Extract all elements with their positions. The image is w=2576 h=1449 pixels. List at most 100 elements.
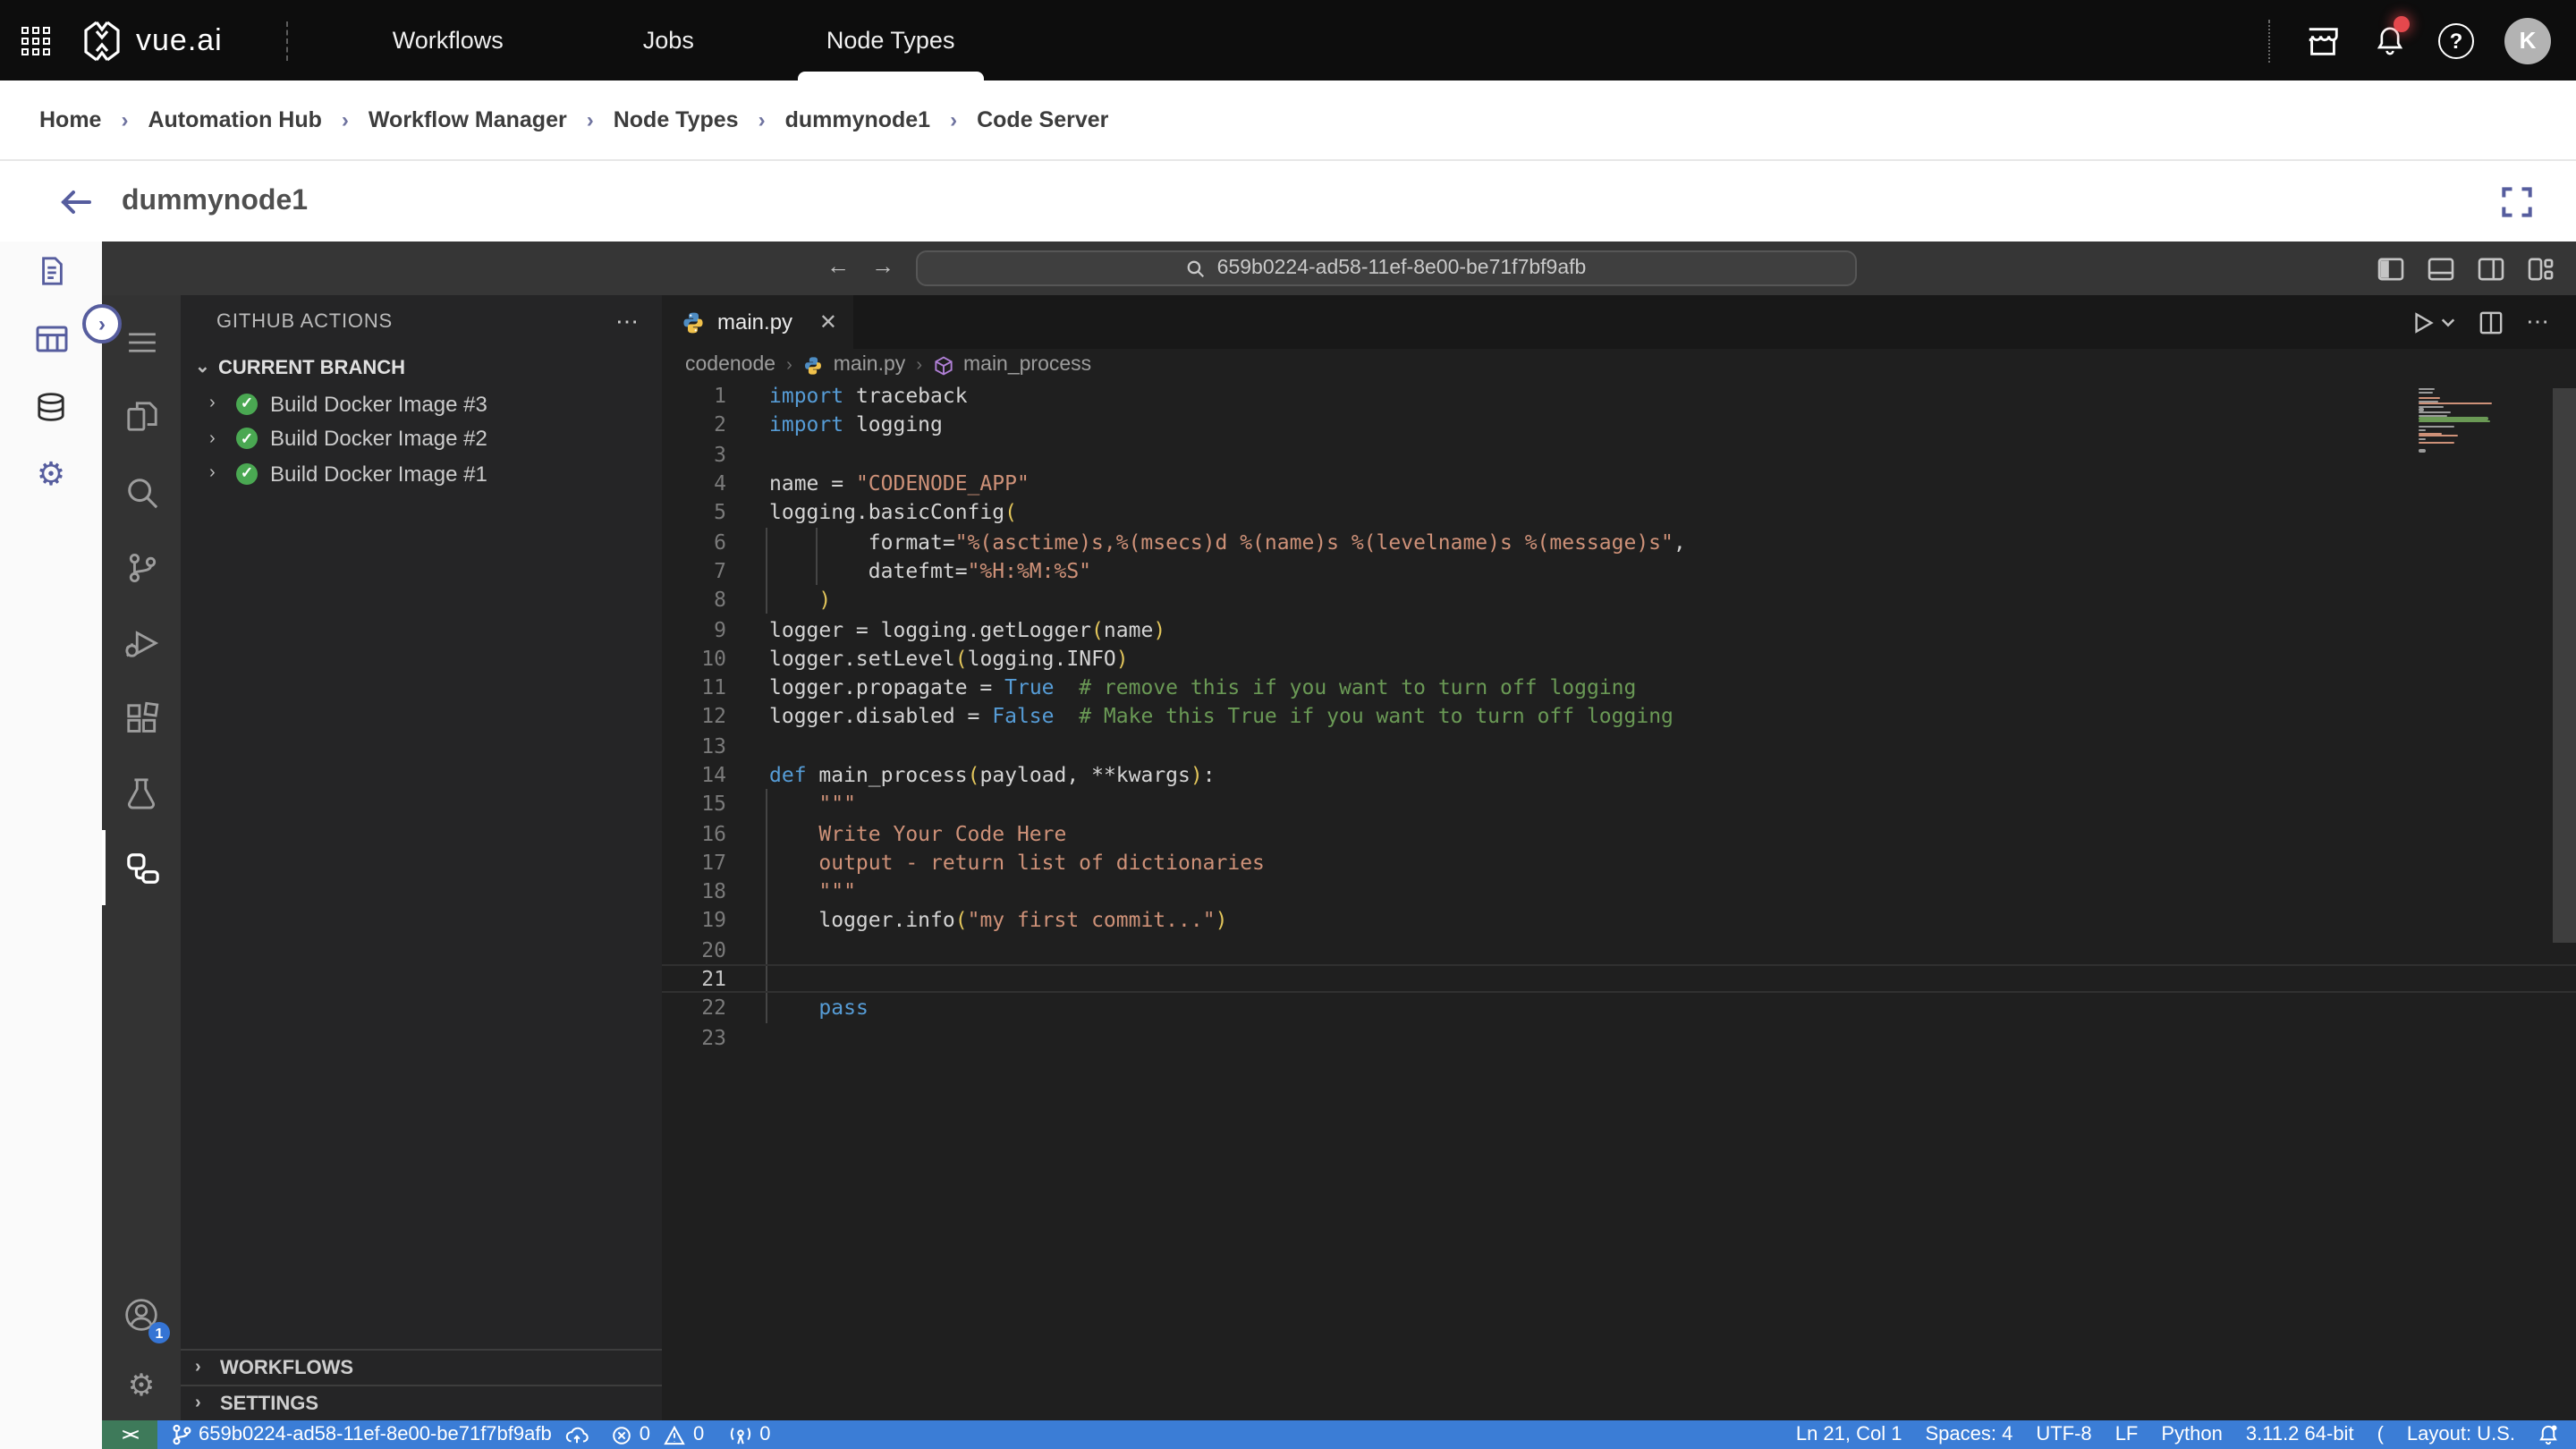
history-back-icon[interactable]: ←: [826, 252, 850, 279]
nav-right-cluster: ? K: [2268, 15, 2551, 64]
toggle-secondary-sidebar-icon[interactable]: [2478, 257, 2504, 280]
branch-status-item[interactable]: 659b0224-ad58-11ef-8e00-be71f7bf9afb: [172, 1424, 589, 1445]
section-current-branch[interactable]: ⌄ CURRENT BRANCH: [181, 349, 662, 386]
fullscreen-icon[interactable]: [2497, 182, 2537, 221]
line-number: 18: [701, 878, 726, 904]
code-line[interactable]: 9 logger = logging.getLogger(name): [662, 614, 2576, 644]
code-line[interactable]: 22 pass: [662, 993, 2576, 1022]
workflow-run-row[interactable]: › ✓ Build Docker Image #1: [181, 456, 662, 491]
marketplace-icon[interactable]: [2304, 22, 2342, 58]
code-line[interactable]: 3: [662, 439, 2576, 469]
code-line[interactable]: 5 logging.basicConfig(: [662, 497, 2576, 527]
nav-tab-node-types[interactable]: Node Types: [784, 0, 998, 80]
encoding-item[interactable]: UTF-8: [2036, 1424, 2091, 1445]
split-editor-icon[interactable]: [2479, 310, 2503, 334]
toggle-panel-icon[interactable]: [2428, 257, 2454, 280]
tab-main-py[interactable]: main.py ✕: [662, 295, 853, 349]
breadcrumb-code-server[interactable]: Code Server: [977, 107, 1108, 132]
nav-tab-jobs[interactable]: Jobs: [600, 0, 737, 80]
code-line[interactable]: 20: [662, 935, 2576, 964]
breadcrumb-automation-hub[interactable]: Automation Hub: [148, 107, 321, 132]
sidebar-expand-toggle[interactable]: ›: [82, 304, 122, 343]
code-line[interactable]: 23: [662, 1022, 2576, 1052]
app-grid-icon[interactable]: [21, 26, 50, 55]
code-line[interactable]: 13: [662, 731, 2576, 760]
code-line[interactable]: 6 format="%(asctime)s,%(msecs)d %(name)s…: [662, 527, 2576, 556]
code-line[interactable]: 16 Write Your Code Here: [662, 818, 2576, 848]
code-line[interactable]: 15 """: [662, 789, 2576, 818]
symbol-module-icon: [934, 355, 952, 375]
problems-status-item[interactable]: 0 0: [613, 1424, 704, 1445]
python-interpreter-item[interactable]: 3.11.2 64-bit: [2246, 1424, 2354, 1445]
code-line[interactable]: 8 ): [662, 585, 2576, 614]
code-line[interactable]: 17 output - return list of dictionaries: [662, 848, 2576, 877]
section-settings[interactable]: › SETTINGS: [181, 1385, 662, 1420]
code-line[interactable]: 21: [662, 963, 2576, 994]
toggle-sidebar-icon[interactable]: [2377, 257, 2404, 280]
code-line[interactable]: 1 import traceback: [662, 381, 2576, 411]
run-python-file-button[interactable]: [2411, 310, 2456, 334]
breadcrumb-node-types[interactable]: Node Types: [614, 107, 739, 132]
explorer-icon[interactable]: [102, 379, 181, 454]
line-number: 4: [714, 470, 726, 496]
document-icon[interactable]: [37, 256, 65, 286]
indentation-item[interactable]: Spaces: 4: [1926, 1424, 2013, 1445]
testing-beaker-icon[interactable]: [102, 755, 181, 830]
tab-close-icon[interactable]: ✕: [819, 309, 837, 335]
accounts-icon[interactable]: 1: [102, 1277, 181, 1352]
code-line[interactable]: 10 logger.setLevel(logging.INFO): [662, 643, 2576, 673]
code-editor[interactable]: 1 import traceback 2 import logging 3 4 name =…: [662, 381, 2576, 1420]
chevron-right-icon[interactable]: ›: [209, 429, 224, 449]
more-actions-icon[interactable]: ⋯: [2526, 308, 2551, 336]
workflow-run-row[interactable]: › ✓ Build Docker Image #3: [181, 386, 662, 421]
code-line[interactable]: 4 name = "CODENODE_APP": [662, 469, 2576, 498]
breadcrumb-separator: ›: [916, 355, 922, 375]
notifications-bell-icon[interactable]: [2372, 15, 2410, 58]
code-line[interactable]: 14 def main_process(payload, **kwargs):: [662, 760, 2576, 790]
breadcrumb-workflow-manager[interactable]: Workflow Manager: [369, 107, 567, 132]
workflow-run-row[interactable]: › ✓ Build Docker Image #2: [181, 421, 662, 456]
code-line[interactable]: 11 logger.propagate = True # remove this …: [662, 673, 2576, 702]
breadcrumb-dummynode1[interactable]: dummynode1: [785, 107, 931, 132]
command-center[interactable]: 659b0224-ad58-11ef-8e00-be71f7bf9afb: [916, 250, 1857, 286]
panel-more-actions-icon[interactable]: ⋯: [615, 308, 640, 336]
crumb-main-py[interactable]: main.py: [834, 354, 906, 376]
customize-layout-icon[interactable]: [2528, 257, 2555, 280]
database-icon[interactable]: [36, 392, 66, 422]
code-line[interactable]: 18 """: [662, 877, 2576, 906]
language-mode-item[interactable]: Python: [2161, 1424, 2223, 1445]
breadcrumb-home[interactable]: Home: [39, 107, 101, 132]
help-icon[interactable]: ?: [2438, 22, 2474, 58]
crumb-main-process[interactable]: main_process: [963, 354, 1091, 376]
code-line[interactable]: 19 logger.info("my first commit..."): [662, 906, 2576, 936]
editor-scrollbar[interactable]: [2553, 388, 2576, 943]
run-debug-icon[interactable]: [102, 605, 181, 680]
code-line[interactable]: 12 logger.disabled = False # Make this Tr…: [662, 702, 2576, 732]
settings-gear-icon[interactable]: ⚙: [37, 458, 65, 490]
crumb-codenode[interactable]: codenode: [685, 354, 775, 376]
github-actions-icon[interactable]: [102, 830, 181, 905]
breadcrumb-separator: ›: [950, 107, 958, 132]
ports-status-item[interactable]: 0: [727, 1424, 770, 1445]
eol-item[interactable]: LF: [2115, 1424, 2139, 1445]
table-icon[interactable]: [35, 324, 67, 354]
chevron-right-icon[interactable]: ›: [209, 394, 224, 414]
back-arrow-icon[interactable]: [59, 187, 93, 216]
keyboard-layout-item[interactable]: Layout: U.S.: [2407, 1424, 2515, 1445]
code-line[interactable]: 2 import logging: [662, 411, 2576, 440]
notifications-bell-icon[interactable]: [2538, 1424, 2558, 1445]
manage-gear-icon[interactable]: ⚙: [102, 1352, 181, 1420]
remote-indicator[interactable]: ><: [102, 1420, 157, 1449]
section-workflows[interactable]: › WORKFLOWS: [181, 1349, 662, 1385]
user-avatar[interactable]: K: [2504, 17, 2551, 64]
code-line[interactable]: 7 datefmt="%H:%M:%S": [662, 556, 2576, 586]
extensions-icon[interactable]: [102, 680, 181, 755]
source-control-icon[interactable]: [102, 530, 181, 605]
cursor-position-item[interactable]: Ln 21, Col 1: [1796, 1424, 1902, 1445]
history-forward-icon[interactable]: →: [871, 252, 894, 279]
brand[interactable]: vue.ai: [82, 19, 223, 62]
minimap[interactable]: [2419, 388, 2544, 455]
search-sidebar-icon[interactable]: [102, 454, 181, 530]
nav-tab-workflows[interactable]: Workflows: [350, 0, 547, 80]
chevron-right-icon[interactable]: ›: [209, 464, 224, 484]
